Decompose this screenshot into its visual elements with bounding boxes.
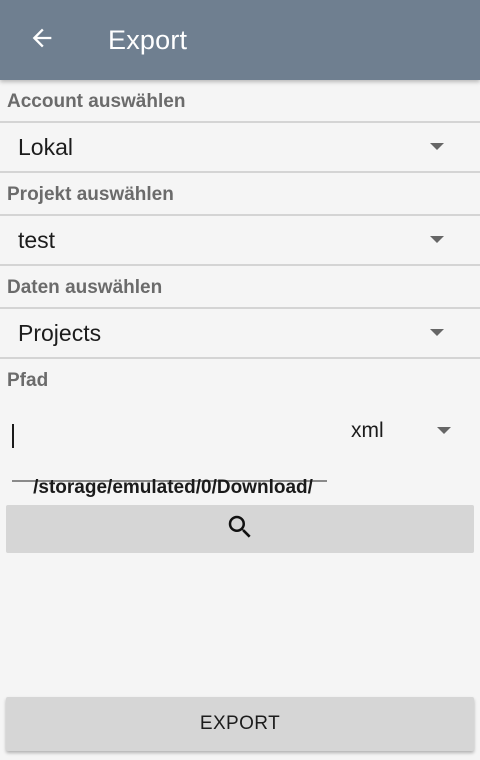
project-dropdown[interactable]: test [0,217,480,263]
data-value: Projects [18,320,102,346]
data-dropdown[interactable]: Projects [0,310,480,356]
divider [0,307,480,309]
path-label: Pfad [7,370,49,391]
divider [0,357,480,359]
divider [0,121,480,123]
search-button[interactable] [6,505,474,553]
app-toolbar: Export [0,0,480,80]
project-label: Projekt auswählen [7,184,174,205]
chevron-down-icon [430,236,444,243]
export-button[interactable]: EXPORT [6,697,474,751]
divider [0,171,480,173]
path-input[interactable]: /storage/emulated/0/Download/ export_156… [12,420,327,525]
account-dropdown[interactable]: Lokal [0,124,480,170]
format-dropdown[interactable]: xml [336,410,480,454]
divider [0,214,480,216]
search-icon [225,512,255,547]
export-screen: Export Account auswählen Lokal Projekt a… [0,0,480,760]
chevron-down-icon [430,143,444,150]
text-cursor [12,424,14,448]
chevron-down-icon [430,329,444,336]
divider [0,264,480,266]
chevron-down-icon [437,427,451,434]
back-button[interactable] [22,20,62,60]
page-title: Export [108,25,188,55]
format-value: xml [351,419,384,442]
account-label: Account auswählen [7,91,186,112]
arrow-back-icon [28,24,56,57]
data-label: Daten auswählen [7,277,163,298]
account-value: Lokal [18,134,73,160]
project-value: test [18,227,56,253]
